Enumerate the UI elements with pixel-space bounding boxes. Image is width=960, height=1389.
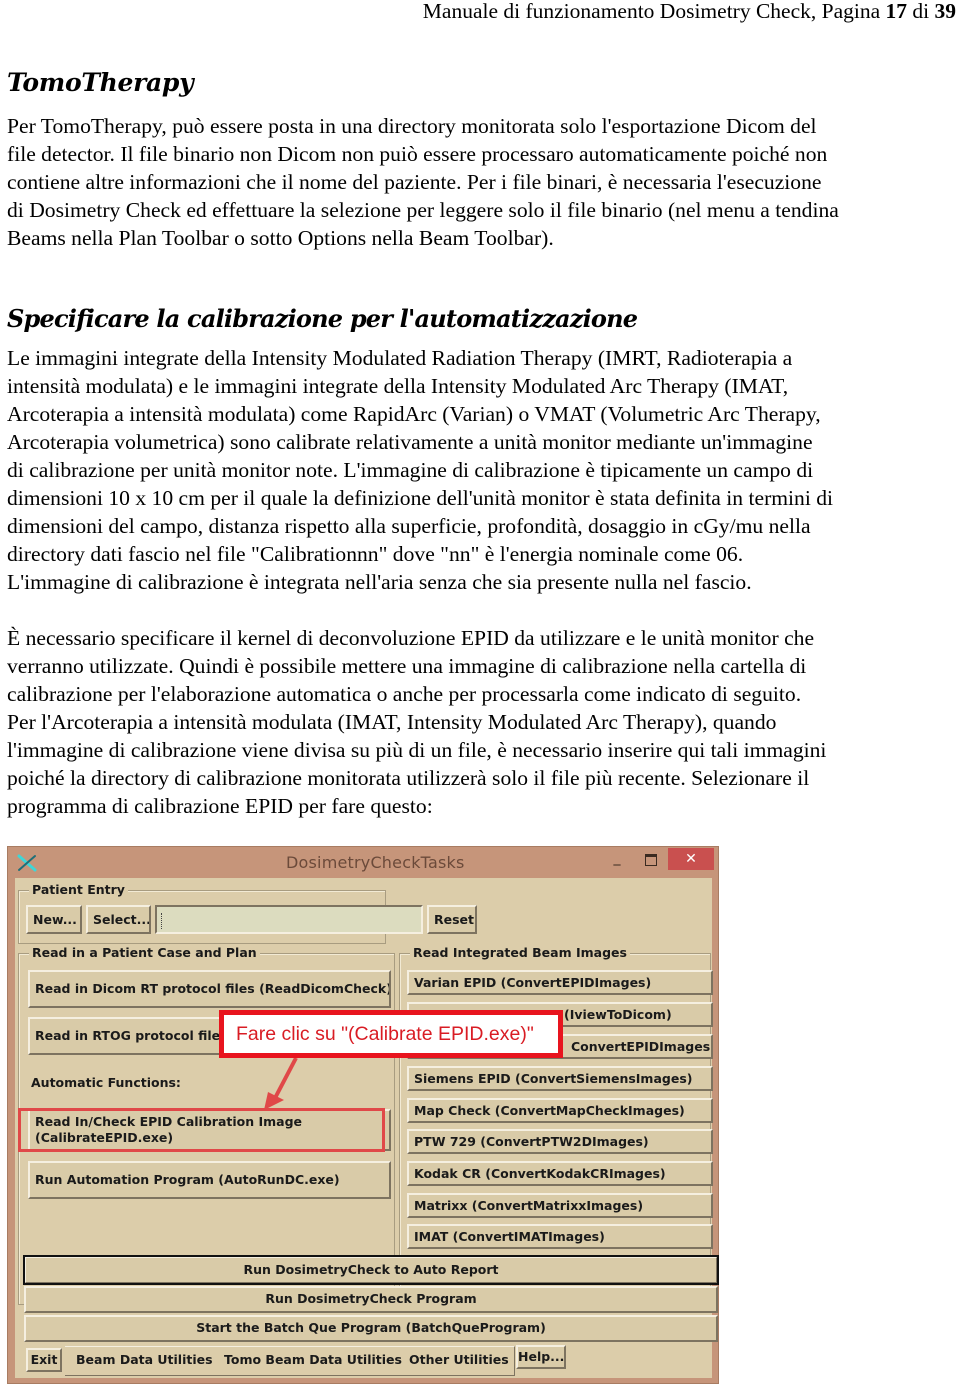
app-x-icon bbox=[17, 854, 37, 872]
help-button[interactable]: Help... bbox=[516, 1345, 566, 1369]
text-line: Per l'Arcoterapia a intensità modulata (… bbox=[7, 710, 777, 734]
calibrate-epid-line2: (CalibrateEPID.exe) bbox=[35, 1130, 174, 1145]
text-line: programma di calibrazione EPID per fare … bbox=[7, 794, 433, 818]
text-line: l'immagine di calibrazione viene divisa … bbox=[7, 738, 827, 762]
title-bar: DosimetryCheckTasks _ ✕ bbox=[8, 847, 718, 877]
header-title: Manuale di funzionamento Dosimetry Check… bbox=[422, 0, 886, 23]
paragraph-calibration-intro: Le immagini integrate della Intensity Mo… bbox=[7, 344, 952, 596]
batch-que-button[interactable]: Start the Batch Que Program (BatchQuePro… bbox=[24, 1315, 718, 1342]
text-line: poiché la directory di calibrazione moni… bbox=[7, 766, 810, 790]
text-line: file detector. Il file binario non Dicom… bbox=[7, 142, 828, 166]
exit-button[interactable]: Exit bbox=[26, 1348, 62, 1372]
calibrate-epid-line1: Read In/Check EPID Calibration Image bbox=[35, 1114, 303, 1129]
text-line: È necessario specificare il kernel di de… bbox=[7, 626, 815, 650]
run-auto-report-button[interactable]: Run DosimetryCheck to Auto Report bbox=[23, 1255, 719, 1285]
varian-epid-button[interactable]: Varian EPID (ConvertEPIDImages) bbox=[407, 970, 713, 995]
callout-instruction: Fare clic su "(Calibrate EPID.exe)" bbox=[219, 1010, 563, 1058]
paragraph-tomotherapy: Per TomoTherapy, può essere posta in una… bbox=[7, 112, 952, 252]
maximize-button[interactable] bbox=[642, 851, 660, 869]
minimize-button[interactable]: _ bbox=[608, 851, 626, 869]
map-check-button[interactable]: Map Check (ConvertMapCheckImages) bbox=[407, 1098, 713, 1123]
total-pages: 39 bbox=[934, 0, 957, 23]
new-patient-button[interactable]: New... bbox=[26, 905, 82, 934]
window-client-area: Patient Entry New... Select... Reset Rea… bbox=[15, 878, 719, 1378]
menu-other-utilities[interactable]: Other Utilities bbox=[409, 1352, 509, 1367]
page-header: Manuale di funzionamento Dosimetry Check… bbox=[423, 0, 956, 24]
group-label: Patient Entry bbox=[29, 882, 128, 897]
calibrate-epid-button[interactable]: Read In/Check EPID Calibration Image (Ca… bbox=[28, 1109, 391, 1151]
run-dosimetry-check-button[interactable]: Run DosimetryCheck Program bbox=[24, 1286, 718, 1313]
group-label: Read in a Patient Case and Plan bbox=[29, 945, 260, 960]
text-line: intensità modulata) e le immagini integr… bbox=[7, 374, 789, 398]
automatic-functions-label: Automatic Functions: bbox=[31, 1075, 181, 1090]
patient-input[interactable] bbox=[155, 905, 423, 934]
matrixx-button[interactable]: Matrixx (ConvertMatrixxImages) bbox=[407, 1193, 713, 1218]
run-automation-button[interactable]: Run Automation Program (AutoRunDC.exe) bbox=[28, 1161, 391, 1199]
ptw-729-button[interactable]: PTW 729 (ConvertPTW2DImages) bbox=[407, 1129, 713, 1154]
select-patient-button[interactable]: Select... bbox=[86, 905, 151, 934]
text-line: Beams nella Plan Toolbar o sotto Options… bbox=[7, 226, 554, 250]
text-line: calibrazione per l'elaborazione automati… bbox=[7, 682, 802, 706]
text-line: di Dosimetry Check ed effettuare la sele… bbox=[7, 198, 839, 222]
text-line: contiene altre informazioni che il nome … bbox=[7, 170, 822, 194]
group-label: Read Integrated Beam Images bbox=[410, 945, 630, 960]
text-line: Le immagini integrate della Intensity Mo… bbox=[7, 346, 793, 370]
current-page-number: 17 bbox=[885, 0, 908, 23]
callout-arrow-icon bbox=[264, 1057, 298, 1110]
header-of: di bbox=[907, 0, 935, 23]
close-button[interactable]: ✕ bbox=[668, 848, 714, 870]
text-line: L'immagine di calibrazione è integrata n… bbox=[7, 570, 752, 594]
text-line: dimensioni del campo, distanza rispetto … bbox=[7, 514, 811, 538]
text-line: Arcoterapia volumetrica) sono calibrate … bbox=[7, 430, 813, 454]
paragraph-calibration-kernel: È necessario specificare il kernel di de… bbox=[7, 624, 952, 820]
heading-calibration: Specificare la calibrazione per l'automa… bbox=[7, 304, 638, 333]
text-line: di calibrazione per unità monitor note. … bbox=[7, 458, 814, 482]
text-line: directory dati fascio nel file "Calibrat… bbox=[7, 542, 744, 566]
text-line: Arcoterapia a intensità modulata) come R… bbox=[7, 402, 821, 426]
text-line: Per TomoTherapy, può essere posta in una… bbox=[7, 114, 817, 138]
text-line: verranno utilizzate. Quindi è possibile … bbox=[7, 654, 807, 678]
window-title: DosimetryCheckTasks bbox=[286, 853, 465, 872]
kodak-cr-button[interactable]: Kodak CR (ConvertKodakCRImages) bbox=[407, 1161, 713, 1186]
text-line: dimensioni 10 x 10 cm per il quale la de… bbox=[7, 486, 834, 510]
imat-button[interactable]: IMAT (ConvertIMATImages) bbox=[407, 1224, 713, 1249]
menu-beam-data-utilities[interactable]: Beam Data Utilities bbox=[76, 1352, 213, 1367]
read-dicom-rt-button[interactable]: Read in Dicom RT protocol files (ReadDic… bbox=[28, 970, 391, 1008]
dosimetry-check-tasks-window: DosimetryCheckTasks _ ✕ Patient Entry Ne… bbox=[7, 846, 719, 1384]
menu-tomo-beam-data-utilities[interactable]: Tomo Beam Data Utilities bbox=[224, 1352, 402, 1367]
reset-button[interactable]: Reset bbox=[427, 905, 477, 934]
siemens-epid-button[interactable]: Siemens EPID (ConvertSiemensImages) bbox=[407, 1066, 713, 1091]
text-cursor-icon bbox=[161, 913, 165, 929]
heading-tomotherapy: TomoTherapy bbox=[7, 68, 194, 97]
